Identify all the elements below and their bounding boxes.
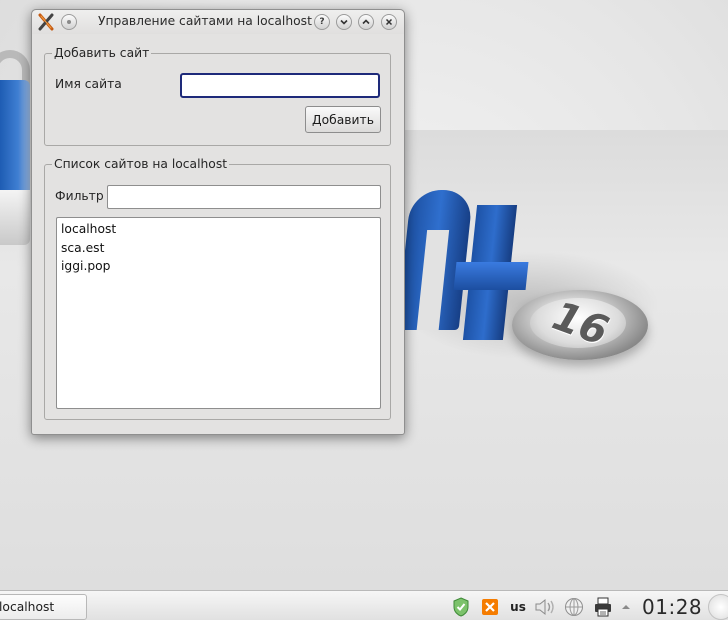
shield-check-icon[interactable] [451,597,471,617]
help-icon[interactable]: ? [314,14,330,30]
site-name-label: Имя сайта [55,77,122,91]
list-item[interactable]: localhost [57,220,380,239]
list-item[interactable]: sca.est [57,239,380,258]
taskbar-window-button[interactable]: localhost [0,594,87,620]
wallpaper-mint-letter-t-bar [453,262,529,290]
window-title: Управление сайтами на localhost [98,14,312,28]
desktop-corner-icon[interactable] [708,594,728,620]
add-site-group-title: Добавить сайт [54,46,150,60]
printer-icon[interactable] [593,597,613,617]
xampp-x-icon[interactable] [37,13,55,31]
chevron-up-icon[interactable] [620,597,632,617]
keyboard-layout-indicator[interactable]: us [508,597,528,617]
site-list-group-title: Список сайтов на localhost [54,157,228,171]
add-site-button[interactable]: Добавить [305,106,381,133]
xampp-tray-icon[interactable] [480,597,500,617]
wallpaper-lock-base [0,190,30,245]
taskbar-clock[interactable]: 01:28 [642,595,702,619]
maximize-icon[interactable] [358,14,374,30]
window-menu-icon[interactable] [61,14,77,30]
site-manager-window: Управление сайтами на localhost ? Добави… [31,9,405,435]
taskbar: localhost us 01:28 [0,590,728,620]
site-name-input[interactable] [180,73,380,98]
network-icon[interactable] [563,597,585,617]
window-titlebar[interactable]: Управление сайтами на localhost ? [32,10,404,34]
sites-listbox[interactable]: localhost sca.est iggi.pop [56,217,381,409]
volume-icon[interactable] [534,597,558,617]
minimize-icon[interactable] [336,14,352,30]
list-item[interactable]: iggi.pop [57,257,380,276]
filter-label: Фильтр [55,189,104,203]
close-icon[interactable] [381,14,397,30]
filter-input[interactable] [107,185,381,209]
